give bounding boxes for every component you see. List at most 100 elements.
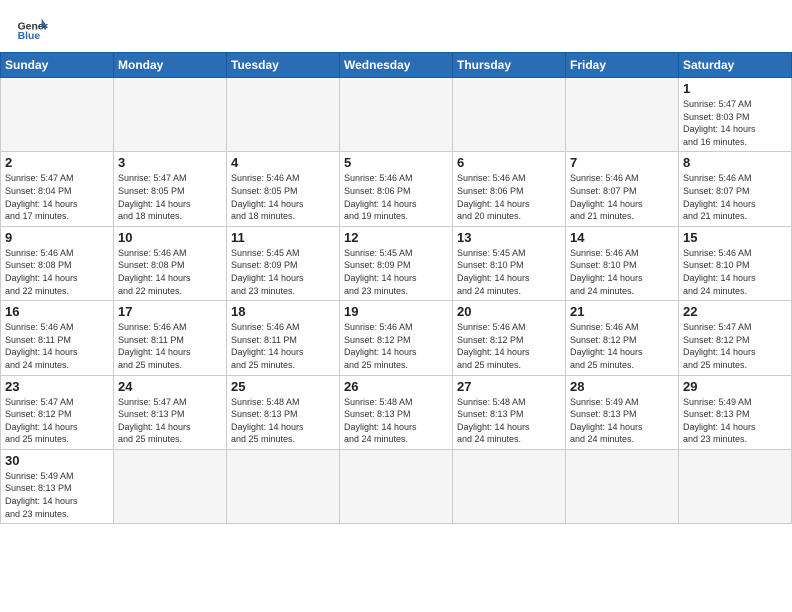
day-info: Sunrise: 5:45 AM Sunset: 8:10 PM Dayligh… [457, 247, 561, 297]
day-info: Sunrise: 5:47 AM Sunset: 8:05 PM Dayligh… [118, 172, 222, 222]
calendar-cell [114, 78, 227, 152]
calendar-cell: 21 Sunrise: 5:46 AM Sunset: 8:12 PM Dayli… [566, 301, 679, 375]
day-number: 26 [344, 379, 448, 394]
day-info: Sunrise: 5:45 AM Sunset: 8:09 PM Dayligh… [344, 247, 448, 297]
day-info: Sunrise: 5:45 AM Sunset: 8:09 PM Dayligh… [231, 247, 335, 297]
day-info: Sunrise: 5:46 AM Sunset: 8:07 PM Dayligh… [570, 172, 674, 222]
calendar-cell: 25Sunrise: 5:48 AM Sunset: 8:13 PM Dayli… [227, 375, 340, 449]
day-number: 8 [683, 155, 787, 170]
calendar-cell [340, 449, 453, 523]
day-info: Sunrise: 5:46 AM Sunset: 8:08 PM Dayligh… [5, 247, 109, 297]
day-number: 19 [344, 304, 448, 319]
day-info: Sunrise: 5:47 AM Sunset: 8:12 PM Dayligh… [683, 321, 787, 371]
calendar-cell: 8 Sunrise: 5:46 AM Sunset: 8:07 PM Daylig… [679, 152, 792, 226]
calendar-cell [566, 449, 679, 523]
calendar-cell: 20 Sunrise: 5:46 AM Sunset: 8:12 PM Dayli… [453, 301, 566, 375]
calendar-cell [340, 78, 453, 152]
day-number: 14 [570, 230, 674, 245]
calendar-week-row: 2Sunrise: 5:47 AM Sunset: 8:04 PM Daylig… [1, 152, 792, 226]
calendar-cell [453, 449, 566, 523]
day-info: Sunrise: 5:49 AM Sunset: 8:13 PM Dayligh… [683, 396, 787, 446]
calendar-cell: 11 Sunrise: 5:45 AM Sunset: 8:09 PM Dayli… [227, 226, 340, 300]
day-number: 11 [231, 230, 335, 245]
day-info: Sunrise: 5:48 AM Sunset: 8:13 PM Dayligh… [344, 396, 448, 446]
calendar-cell: 5 Sunrise: 5:46 AM Sunset: 8:06 PM Daylig… [340, 152, 453, 226]
weekday-header-monday: Monday [114, 53, 227, 78]
day-info: Sunrise: 5:46 AM Sunset: 8:05 PM Dayligh… [231, 172, 335, 222]
calendar-cell: 10 Sunrise: 5:46 AM Sunset: 8:08 PM Dayli… [114, 226, 227, 300]
day-number: 2 [5, 155, 109, 170]
calendar-cell: 6 Sunrise: 5:46 AM Sunset: 8:06 PM Daylig… [453, 152, 566, 226]
day-number: 15 [683, 230, 787, 245]
calendar-table: SundayMondayTuesdayWednesdayThursdayFrid… [0, 52, 792, 524]
day-number: 7 [570, 155, 674, 170]
day-number: 4 [231, 155, 335, 170]
calendar-cell: 26 Sunrise: 5:48 AM Sunset: 8:13 PM Dayli… [340, 375, 453, 449]
calendar-cell [227, 78, 340, 152]
calendar-cell: 19 Sunrise: 5:46 AM Sunset: 8:12 PM Dayli… [340, 301, 453, 375]
weekday-header-friday: Friday [566, 53, 679, 78]
calendar-cell: 23Sunrise: 5:47 AM Sunset: 8:12 PM Dayli… [1, 375, 114, 449]
calendar-week-row: 16Sunrise: 5:46 AM Sunset: 8:11 PM Dayli… [1, 301, 792, 375]
calendar-cell [1, 78, 114, 152]
day-info: Sunrise: 5:46 AM Sunset: 8:06 PM Dayligh… [344, 172, 448, 222]
calendar-cell: 14Sunrise: 5:46 AM Sunset: 8:10 PM Dayli… [566, 226, 679, 300]
day-number: 20 [457, 304, 561, 319]
weekday-header-sunday: Sunday [1, 53, 114, 78]
weekday-header-saturday: Saturday [679, 53, 792, 78]
day-number: 13 [457, 230, 561, 245]
day-info: Sunrise: 5:46 AM Sunset: 8:12 PM Dayligh… [344, 321, 448, 371]
day-number: 22 [683, 304, 787, 319]
calendar-week-row: 23Sunrise: 5:47 AM Sunset: 8:12 PM Dayli… [1, 375, 792, 449]
day-number: 30 [5, 453, 109, 468]
calendar-cell: 13 Sunrise: 5:45 AM Sunset: 8:10 PM Dayli… [453, 226, 566, 300]
calendar-week-row: 1 Sunrise: 5:47 AM Sunset: 8:03 PM Daylig… [1, 78, 792, 152]
day-info: Sunrise: 5:46 AM Sunset: 8:11 PM Dayligh… [231, 321, 335, 371]
day-info: Sunrise: 5:46 AM Sunset: 8:06 PM Dayligh… [457, 172, 561, 222]
day-number: 18 [231, 304, 335, 319]
day-info: Sunrise: 5:46 AM Sunset: 8:07 PM Dayligh… [683, 172, 787, 222]
day-number: 12 [344, 230, 448, 245]
day-info: Sunrise: 5:47 AM Sunset: 8:13 PM Dayligh… [118, 396, 222, 446]
day-number: 5 [344, 155, 448, 170]
calendar-cell [114, 449, 227, 523]
day-info: Sunrise: 5:47 AM Sunset: 8:03 PM Dayligh… [683, 98, 787, 148]
day-info: Sunrise: 5:46 AM Sunset: 8:12 PM Dayligh… [457, 321, 561, 371]
weekday-header-thursday: Thursday [453, 53, 566, 78]
calendar-cell: 1 Sunrise: 5:47 AM Sunset: 8:03 PM Daylig… [679, 78, 792, 152]
day-number: 25 [231, 379, 335, 394]
day-number: 24 [118, 379, 222, 394]
day-info: Sunrise: 5:49 AM Sunset: 8:13 PM Dayligh… [5, 470, 109, 520]
calendar-cell: 28Sunrise: 5:49 AM Sunset: 8:13 PM Dayli… [566, 375, 679, 449]
weekday-header-tuesday: Tuesday [227, 53, 340, 78]
day-number: 6 [457, 155, 561, 170]
calendar-cell [566, 78, 679, 152]
day-number: 29 [683, 379, 787, 394]
calendar-cell [679, 449, 792, 523]
svg-text:Blue: Blue [18, 31, 41, 42]
day-info: Sunrise: 5:48 AM Sunset: 8:13 PM Dayligh… [457, 396, 561, 446]
day-number: 3 [118, 155, 222, 170]
calendar-cell: 12 Sunrise: 5:45 AM Sunset: 8:09 PM Dayli… [340, 226, 453, 300]
weekday-header-wednesday: Wednesday [340, 53, 453, 78]
calendar-cell: 9 Sunrise: 5:46 AM Sunset: 8:08 PM Daylig… [1, 226, 114, 300]
day-number: 10 [118, 230, 222, 245]
calendar-cell: 29 Sunrise: 5:49 AM Sunset: 8:13 PM Dayli… [679, 375, 792, 449]
calendar-cell: 24 Sunrise: 5:47 AM Sunset: 8:13 PM Dayli… [114, 375, 227, 449]
day-number: 9 [5, 230, 109, 245]
calendar-week-row: 9 Sunrise: 5:46 AM Sunset: 8:08 PM Daylig… [1, 226, 792, 300]
day-info: Sunrise: 5:46 AM Sunset: 8:12 PM Dayligh… [570, 321, 674, 371]
weekday-header-row: SundayMondayTuesdayWednesdayThursdayFrid… [1, 53, 792, 78]
calendar-cell: 17Sunrise: 5:46 AM Sunset: 8:11 PM Dayli… [114, 301, 227, 375]
calendar-cell: 15 Sunrise: 5:46 AM Sunset: 8:10 PM Dayli… [679, 226, 792, 300]
day-number: 21 [570, 304, 674, 319]
day-info: Sunrise: 5:49 AM Sunset: 8:13 PM Dayligh… [570, 396, 674, 446]
calendar-cell: 22 Sunrise: 5:47 AM Sunset: 8:12 PM Dayli… [679, 301, 792, 375]
day-number: 1 [683, 81, 787, 96]
calendar-cell: 3 Sunrise: 5:47 AM Sunset: 8:05 PM Daylig… [114, 152, 227, 226]
day-info: Sunrise: 5:46 AM Sunset: 8:08 PM Dayligh… [118, 247, 222, 297]
page-header: General Blue [0, 0, 792, 52]
day-info: Sunrise: 5:46 AM Sunset: 8:10 PM Dayligh… [683, 247, 787, 297]
day-number: 23 [5, 379, 109, 394]
calendar-week-row: 30 Sunrise: 5:49 AM Sunset: 8:13 PM Dayli… [1, 449, 792, 523]
